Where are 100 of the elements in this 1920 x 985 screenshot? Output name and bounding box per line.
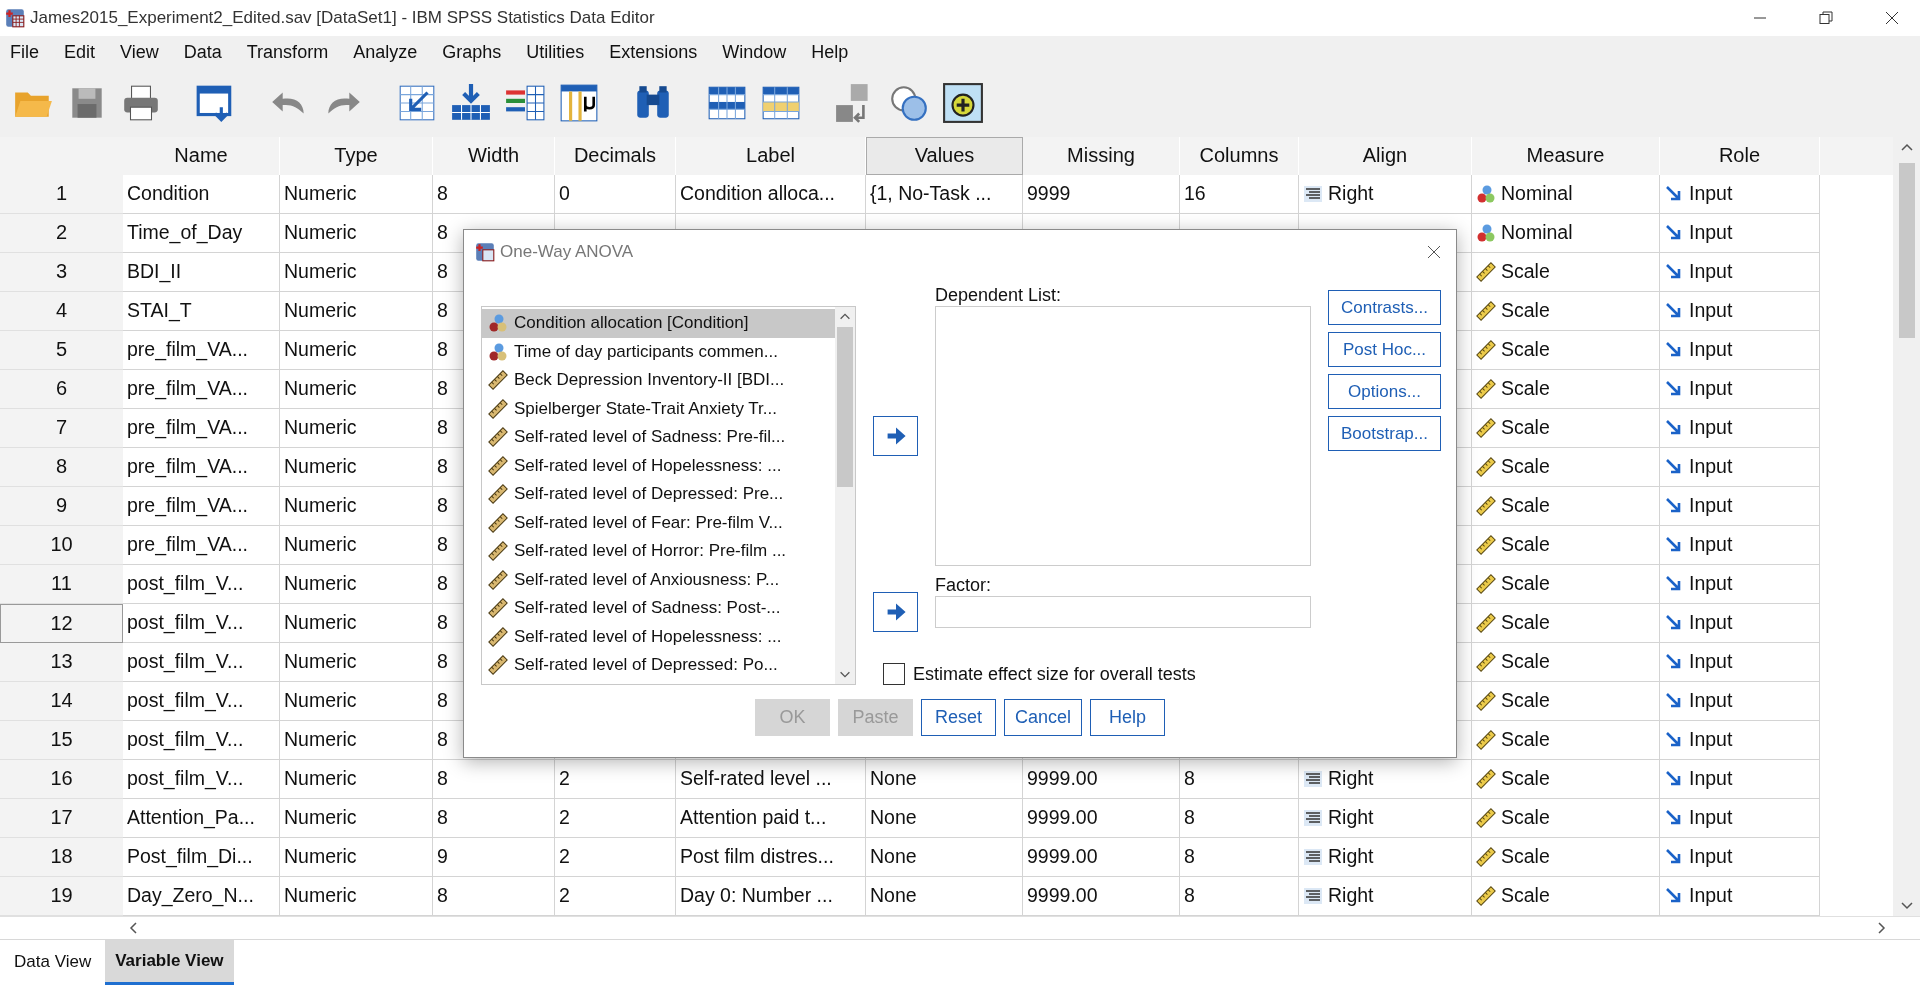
cell-text: Input <box>1689 728 1733 751</box>
list-item[interactable]: Self-rated level of Anxiousness: P... <box>482 565 835 594</box>
column-header[interactable]: Role <box>1660 136 1820 175</box>
row-header[interactable]: 6 <box>0 369 123 409</box>
cell-text: post_film_V... <box>127 689 244 712</box>
cell-text: Input <box>1689 416 1733 439</box>
column-header[interactable]: Missing <box>1023 136 1180 175</box>
dialog-button[interactable]: Post Hoc... <box>1328 332 1441 367</box>
dialog-button[interactable]: Reset <box>921 699 996 736</box>
close-icon[interactable] <box>1884 9 1900 26</box>
row-header[interactable]: 4 <box>0 291 123 331</box>
list-item[interactable]: Time of day participants commen... <box>482 337 835 366</box>
checkbox[interactable] <box>883 663 905 685</box>
row-header[interactable]: 12 <box>0 603 123 643</box>
close-icon[interactable] <box>1426 244 1442 260</box>
cell-text: None <box>870 806 917 829</box>
menu-item[interactable]: Window <box>722 41 787 63</box>
cell-text: post_film_V... <box>127 728 244 751</box>
row-header[interactable]: 3 <box>0 252 123 292</box>
row-header[interactable]: 14 <box>0 681 123 721</box>
column-header[interactable]: Values <box>866 136 1023 175</box>
dialog-button[interactable]: Contrasts... <box>1328 290 1441 325</box>
cell-text: 8 <box>437 455 448 478</box>
row-header[interactable]: 13 <box>0 642 123 682</box>
cell-text: Right <box>1328 767 1374 790</box>
row-header[interactable]: 8 <box>0 447 123 487</box>
row-header[interactable]: 10 <box>0 525 123 565</box>
scrollbar-thumb[interactable] <box>1898 162 1915 338</box>
vertical-scrollbar[interactable] <box>1893 136 1920 916</box>
column-header[interactable]: Align <box>1299 136 1472 175</box>
row-header[interactable]: 16 <box>0 759 123 799</box>
row-header[interactable]: 11 <box>0 564 123 604</box>
factor-field[interactable] <box>935 596 1311 628</box>
view-tab[interactable]: Data View <box>4 939 102 985</box>
row-header[interactable]: 2 <box>0 213 123 253</box>
view-tab[interactable]: Variable View <box>105 939 234 985</box>
cell-text: 2 <box>559 845 570 868</box>
row-header[interactable]: 18 <box>0 837 123 877</box>
cell-text: Numeric <box>284 845 357 868</box>
row-header[interactable]: 15 <box>0 720 123 760</box>
list-item[interactable]: Self-rated level of Hopelessness: ... <box>482 622 835 651</box>
list-item[interactable]: Self-rated level of Fear: Pre-film V... <box>482 508 835 537</box>
row-header[interactable]: 19 <box>0 876 123 916</box>
cell-text: Input <box>1689 377 1733 400</box>
dialog-button[interactable]: Help <box>1090 699 1165 736</box>
column-header[interactable]: Width <box>433 136 555 175</box>
column-header[interactable]: Label <box>676 136 866 175</box>
column-header[interactable]: Type <box>280 136 433 175</box>
column-header[interactable]: Decimals <box>555 136 676 175</box>
row-header[interactable]: 5 <box>0 330 123 370</box>
list-item[interactable]: Self-rated level of Sadness: Post-... <box>482 594 835 623</box>
dialog-button[interactable]: Cancel <box>1004 699 1082 736</box>
menu-item[interactable]: Analyze <box>353 41 418 63</box>
cell-text: Numeric <box>284 728 357 751</box>
cell-text: Input <box>1689 767 1733 790</box>
variable-list[interactable] <box>481 306 856 685</box>
menu-item[interactable]: Edit <box>64 41 96 63</box>
cell-text: Right <box>1328 884 1374 907</box>
cell-text: 2 <box>559 806 570 829</box>
column-header[interactable]: Columns <box>1180 136 1299 175</box>
nominal-icon <box>488 341 508 362</box>
row-header[interactable]: 9 <box>0 486 123 526</box>
cell-text: Scale <box>1501 416 1550 439</box>
cell-text: Scale <box>1501 299 1550 322</box>
menu-item[interactable]: Transform <box>246 41 329 63</box>
list-item[interactable]: Condition allocation [Condition] <box>482 309 835 338</box>
cell-text: Scale <box>1501 260 1550 283</box>
menu-item[interactable]: View <box>120 41 159 63</box>
list-item[interactable]: Self-rated level of Depressed: Po... <box>482 651 835 680</box>
cell-text: 8 <box>437 884 448 907</box>
dialog-button[interactable]: Options... <box>1328 374 1441 409</box>
move-arrow-button[interactable] <box>873 416 918 456</box>
menu-item[interactable]: Graphs <box>442 41 502 63</box>
list-item[interactable]: Self-rated level of Hopelessness: ... <box>482 451 835 480</box>
menu-item[interactable]: Data <box>183 41 222 63</box>
cell-text: 8 <box>437 650 448 673</box>
dialog-button[interactable]: Bootstrap... <box>1328 416 1441 451</box>
menu-item[interactable]: Help <box>811 41 849 63</box>
list-item[interactable]: Self-rated level of Sadness: Pre-fil... <box>482 423 835 452</box>
row-header[interactable]: 1 <box>0 174 123 214</box>
menu-item[interactable]: File <box>10 41 39 63</box>
scrollbar-thumb[interactable] <box>837 327 853 487</box>
cell-text: Numeric <box>284 221 357 244</box>
move-arrow-button[interactable] <box>873 592 918 632</box>
menu-item[interactable]: Extensions <box>609 41 698 63</box>
cell-text: Numeric <box>284 806 357 829</box>
cell-text: 8 <box>1184 884 1195 907</box>
menu-item[interactable]: Utilities <box>526 41 585 63</box>
restore-icon[interactable] <box>1818 9 1834 26</box>
list-item[interactable]: Beck Depression Inventory-II [BDI... <box>482 366 835 395</box>
list-item[interactable]: Self-rated level of Horror: Pre-film ... <box>482 537 835 566</box>
list-item[interactable]: Spielberger State-Trait Anxiety Tr... <box>482 394 835 423</box>
row-header[interactable]: 17 <box>0 798 123 838</box>
list-item[interactable]: Self-rated level of Depressed: Pre... <box>482 480 835 509</box>
window-title: James2015_Experiment2_Edited.sav [DataSet1] - IBM SPSS Statistics Data Editor <box>30 7 655 28</box>
row-header[interactable]: 7 <box>0 408 123 448</box>
column-header[interactable]: Measure <box>1472 136 1660 175</box>
cell-text: post_film_V... <box>127 767 244 790</box>
cell-text: Nominal <box>1501 221 1573 244</box>
column-header[interactable]: Name <box>123 136 280 175</box>
